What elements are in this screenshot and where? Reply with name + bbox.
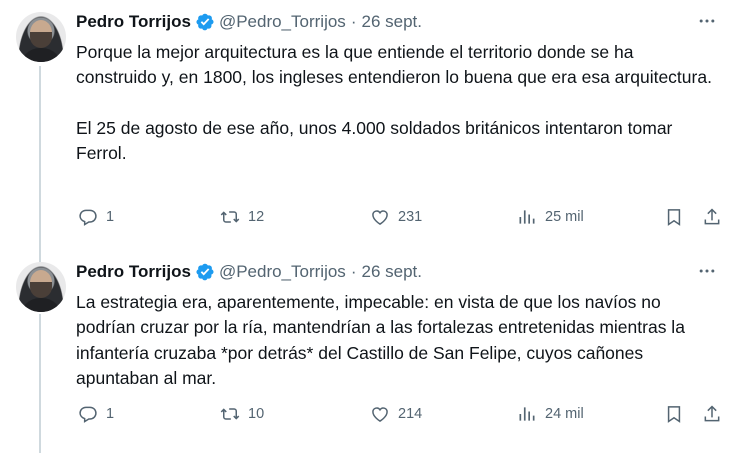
tweet-actions: 1 10 214 24 mil [76, 402, 728, 426]
like-icon [372, 407, 388, 422]
author-name[interactable]: Pedro Torrijos [76, 12, 191, 32]
thread-connector-line [39, 314, 41, 453]
share-button[interactable] [702, 207, 722, 227]
reply-button[interactable]: 1 [78, 207, 114, 227]
bookmark-button[interactable] [664, 404, 684, 424]
views-icon [519, 407, 535, 421]
retweet-count: 12 [248, 209, 265, 225]
author-handle[interactable]: @Pedro_Torrijos [219, 262, 346, 282]
tweet-content: Pedro Torrijos @Pedro_Torrijos · 26 sept… [76, 10, 728, 166]
avatar[interactable] [16, 262, 66, 312]
reply-count: 1 [106, 209, 115, 225]
reply-button[interactable]: 1 [78, 404, 114, 424]
tweet-text: La estrategia era, aparentemente, impeca… [76, 292, 690, 388]
retweet-button[interactable]: 10 [220, 404, 264, 424]
like-button[interactable]: 231 [370, 207, 422, 227]
tweet[interactable]: Pedro Torrijos @Pedro_Torrijos · 26 sept… [0, 250, 744, 453]
tweet[interactable]: Pedro Torrijos @Pedro_Torrijos · 26 sept… [0, 0, 744, 262]
thread-connector-line [39, 66, 41, 262]
tweet-actions: 1 12 231 25 mil [76, 205, 728, 229]
reply-count: 1 [106, 406, 115, 422]
separator-dot: · [350, 262, 357, 281]
author-name[interactable]: Pedro Torrijos [76, 262, 191, 282]
author-handle[interactable]: @Pedro_Torrijos [219, 12, 346, 32]
views-icon [519, 210, 535, 224]
tweet-thread: Pedro Torrijos @Pedro_Torrijos · 26 sept… [0, 0, 744, 453]
retweet-button[interactable]: 12 [220, 207, 264, 227]
tweet-header: Pedro Torrijos @Pedro_Torrijos · 26 sept… [76, 10, 728, 34]
tweet-text: Porque la mejor arquitectura es la que e… [76, 42, 712, 164]
share-icon [704, 208, 720, 225]
view-count: 25 mil [545, 209, 584, 225]
avatar-column [16, 262, 66, 312]
tweet-date[interactable]: 26 sept. [361, 12, 422, 32]
tweet-date[interactable]: 26 sept. [361, 262, 422, 282]
separator-dot: · [350, 12, 357, 31]
retweet-icon [220, 408, 240, 420]
share-button[interactable] [702, 404, 722, 424]
like-count: 214 [398, 406, 423, 422]
reply-icon [79, 209, 97, 226]
verified-badge-icon [195, 262, 215, 282]
bookmark-icon [667, 406, 681, 423]
bookmark-icon [667, 209, 681, 226]
retweet-count: 10 [248, 406, 265, 422]
avatar-column [16, 12, 66, 62]
views-button[interactable]: 25 mil [517, 207, 584, 227]
more-icon[interactable] [696, 260, 718, 282]
reply-icon [79, 406, 97, 423]
share-icon [704, 405, 720, 422]
tweet-content: Pedro Torrijos @Pedro_Torrijos · 26 sept… [76, 260, 728, 391]
retweet-icon [220, 211, 240, 223]
like-count: 231 [398, 209, 423, 225]
verified-badge-icon [195, 12, 215, 32]
like-button[interactable]: 214 [370, 404, 422, 424]
more-icon[interactable] [696, 10, 718, 32]
bookmark-button[interactable] [664, 207, 684, 227]
views-button[interactable]: 24 mil [517, 404, 584, 424]
view-count: 24 mil [545, 406, 584, 422]
like-icon [372, 210, 388, 225]
avatar[interactable] [16, 12, 66, 62]
tweet-header: Pedro Torrijos @Pedro_Torrijos · 26 sept… [76, 260, 728, 284]
